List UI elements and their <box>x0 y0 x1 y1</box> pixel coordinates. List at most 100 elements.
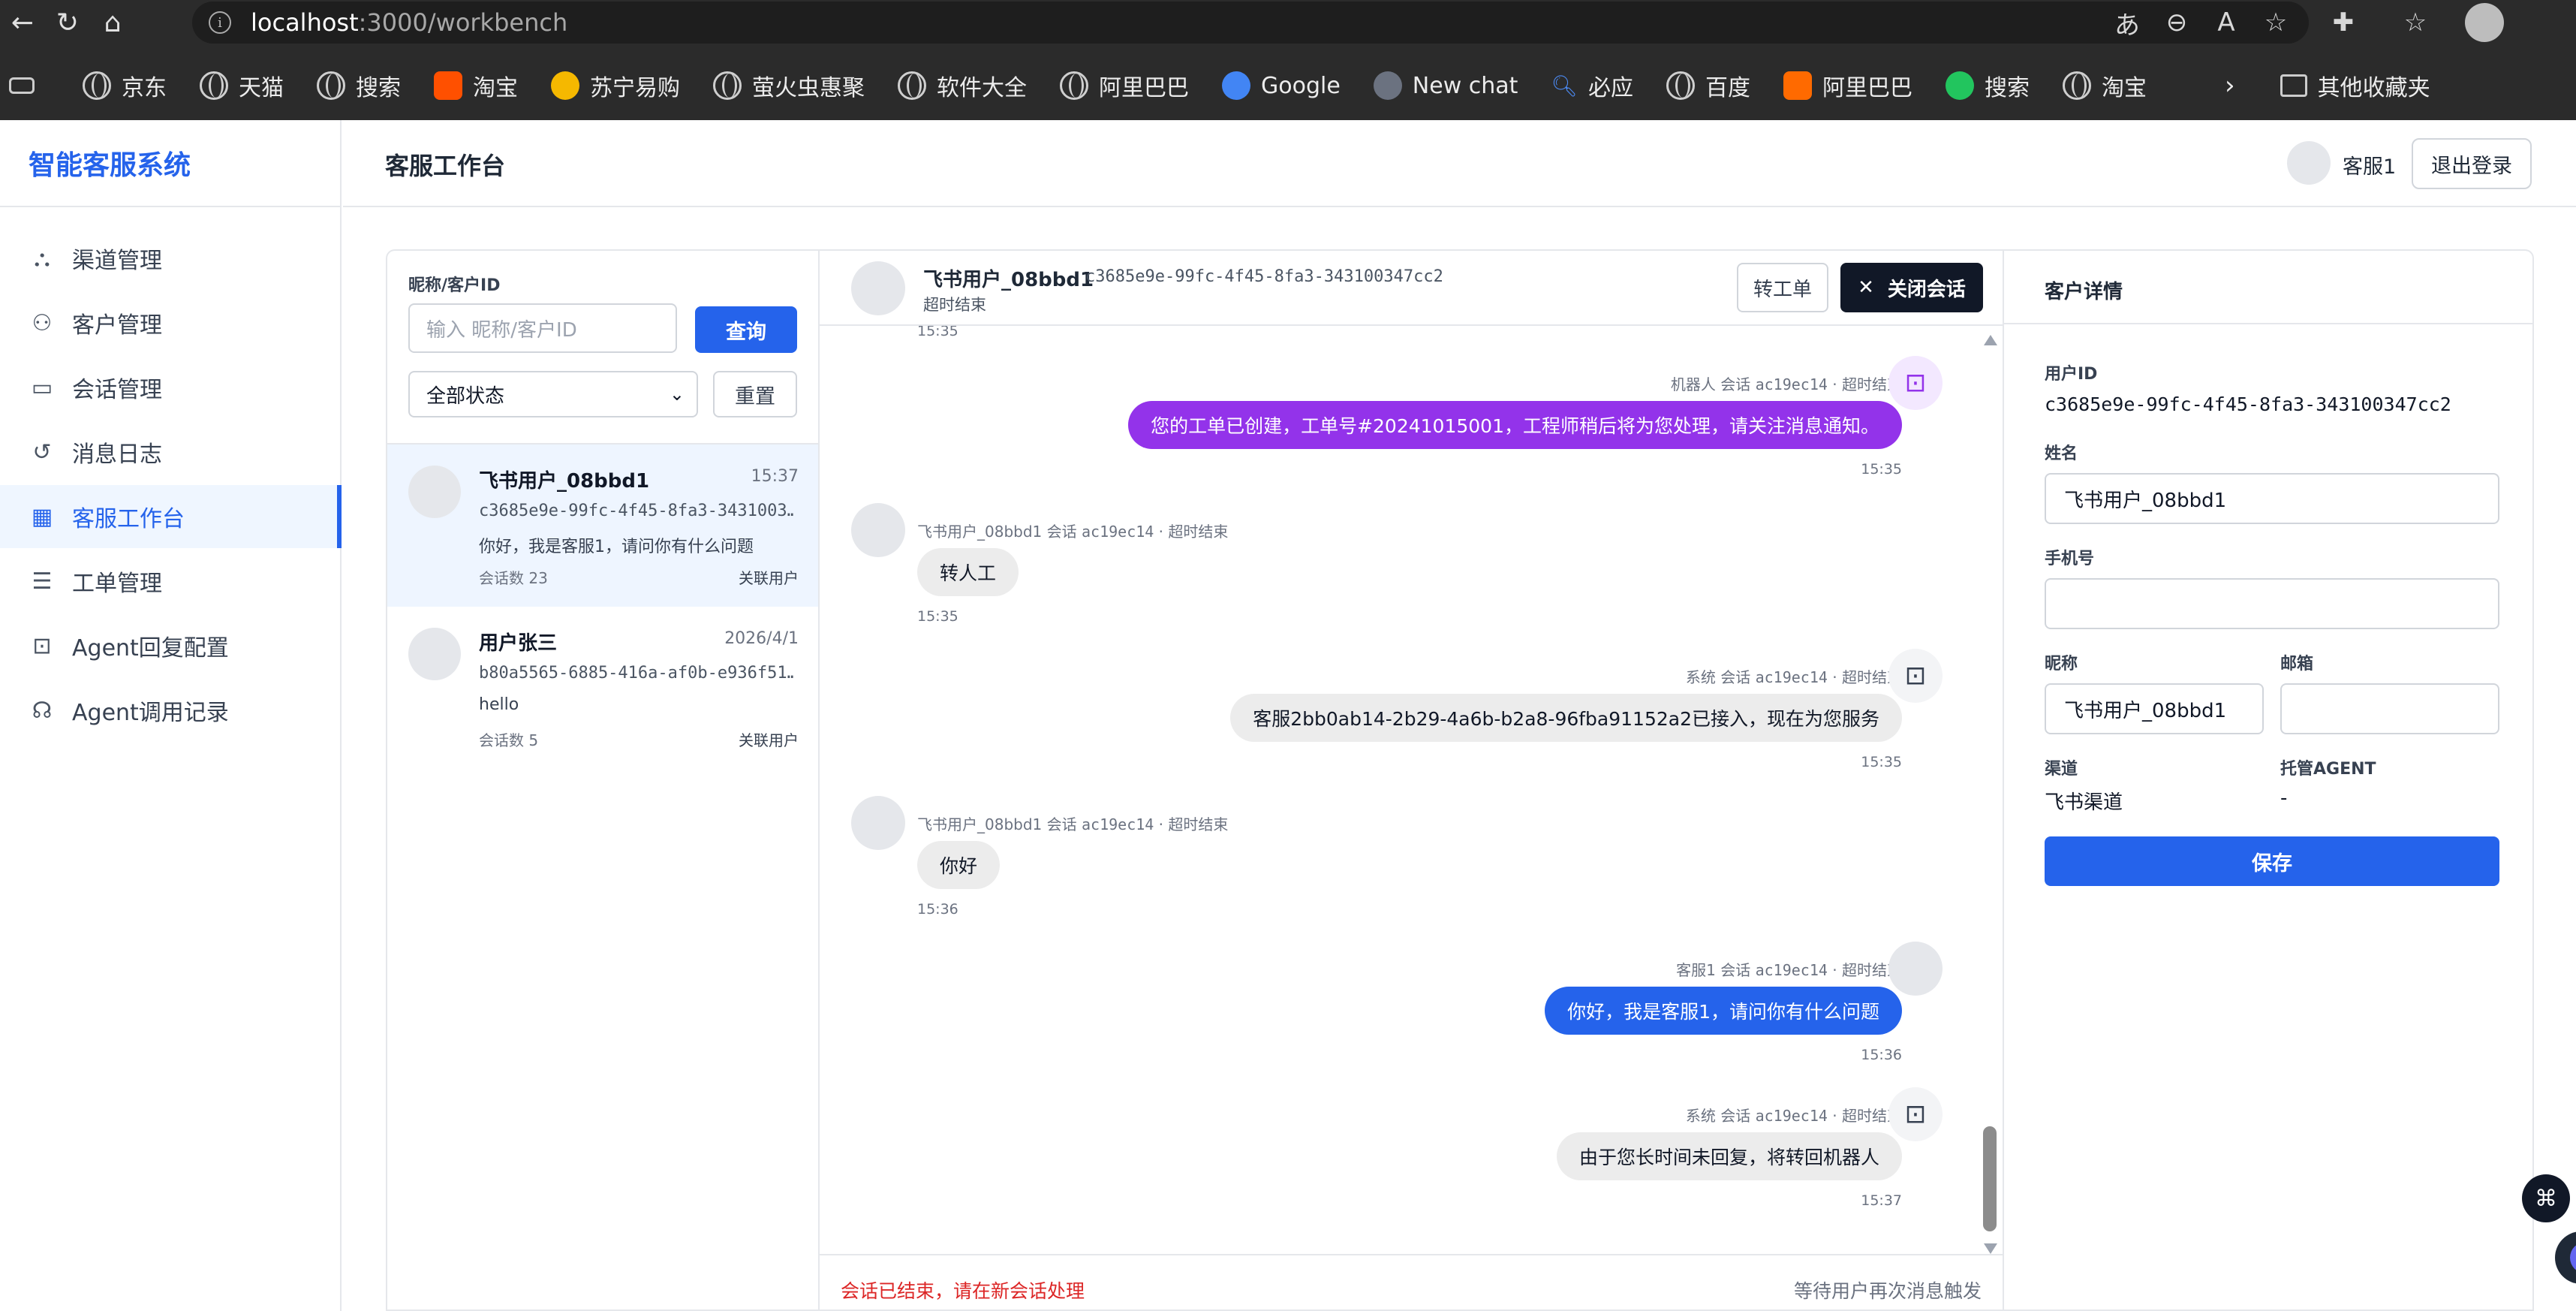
session-count: 会话数 5 <box>479 731 539 749</box>
floating-shortcut-icon[interactable]: ⌘ <box>2522 1174 2570 1222</box>
scroll-down-icon[interactable] <box>1984 1243 1997 1254</box>
site-info-icon[interactable]: i <box>209 11 231 34</box>
bookmark-tmall[interactable]: 天猫 <box>200 69 284 102</box>
favorites-icon[interactable]: ☆ <box>2396 3 2435 42</box>
nickname-field[interactable]: 飞书用户_08bbd1 <box>2045 683 2264 734</box>
sidebar-item-workbench[interactable]: ▦ 客服工作台 <box>0 485 342 548</box>
session-name: 用户张三 <box>479 632 558 655</box>
message-time: 15:35 <box>917 608 958 625</box>
query-button[interactable]: 查询 <box>695 306 797 353</box>
scrollbar[interactable] <box>1982 335 1998 1254</box>
extensions-icon[interactable]: ✚ <box>2324 3 2363 42</box>
bookmark-bing[interactable]: 🔍︎ 必应 <box>1551 69 1633 102</box>
user-id-label: 用户ID <box>2045 365 2098 384</box>
home-icon[interactable]: ⌂ <box>90 0 135 45</box>
status-select[interactable]: 全部状态 ⌄ <box>408 371 698 417</box>
bookmark-search-2[interactable]: 搜索 <box>1945 69 2030 102</box>
users-icon: ⚇ <box>32 309 53 336</box>
bookmark-taobao[interactable]: 淘宝 <box>434 69 518 102</box>
email-field[interactable] <box>2280 683 2499 734</box>
headset-icon: ☊ <box>32 697 53 724</box>
bookmark-yinghuochong[interactable]: 萤火虫惠聚 <box>713 69 865 102</box>
globe-icon <box>713 71 742 100</box>
message-time: 15:35 <box>1861 754 1902 770</box>
bookmark-google[interactable]: Google <box>1222 71 1341 100</box>
channels-icon: ⛬ <box>34 245 50 272</box>
robot-icon: ⊡ <box>1888 1087 1943 1141</box>
transfer-ticket-button[interactable]: 转工单 <box>1737 263 1828 312</box>
reset-button[interactable]: 重置 <box>713 371 797 417</box>
bookmark-alibaba[interactable]: 阿里巴巴 <box>1060 69 1189 102</box>
search-input[interactable]: 输入 昵称/客户ID <box>408 303 677 353</box>
message-meta: 系统 会话 ac19ec14 · 超时结束 <box>1685 1107 1902 1125</box>
detail-title: 客户详情 <box>2045 281 2123 303</box>
globe-icon <box>1666 71 1695 100</box>
session-time: 15:37 <box>751 467 799 486</box>
sidebar-item-channels[interactable]: ⛬ 渠道管理 <box>0 227 342 290</box>
bookmarks-bar: 京东 天猫 搜索 淘宝 苏宁易购 萤火虫惠聚 软件大全 阿里巴巴 Google … <box>0 62 2576 110</box>
floating-assistant-icon[interactable] <box>2555 1231 2576 1284</box>
link-user-button[interactable]: 关联用户 <box>739 728 799 750</box>
chat-status: 超时结束 <box>923 296 986 314</box>
session-item[interactable]: 用户张三 2026/4/1 b80a5565-6885-416a-af0b-e9… <box>387 607 818 770</box>
bookmark-software[interactable]: 软件大全 <box>898 69 1027 102</box>
assistant-icon <box>2570 1242 2576 1273</box>
sidebar-item-customers[interactable]: ⚇ 客户管理 <box>0 291 342 354</box>
bookmark-taobao-2[interactable]: 淘宝 <box>2062 69 2147 102</box>
read-aloud-icon[interactable]: A <box>2207 3 2246 42</box>
session-name: 飞书用户_08bbd1 <box>479 470 650 493</box>
address-bar[interactable]: i localhost:3000/workbench <box>192 2 2309 44</box>
bookmark-search[interactable]: 搜索 <box>317 69 401 102</box>
scroll-up-icon[interactable] <box>1984 335 1997 345</box>
save-button[interactable]: 保存 <box>2045 836 2499 886</box>
url-host: localhost <box>251 8 359 37</box>
user-id-value: c3685e9e-99fc-4f45-8fa3-343100347cc2 <box>2045 393 2451 415</box>
link-user-button[interactable]: 关联用户 <box>739 566 799 588</box>
sidebar: 智能客服系统 ⛬ 渠道管理 ⚇ 客户管理 ▭ 会话管理 ↺ 消息日志 ▦ 客服工作台 ☰ 工… <box>0 120 342 1311</box>
message-meta: 飞书用户_08bbd1 会话 ac19ec14 · 超时结束 <box>917 523 1229 541</box>
tab-actions-icon[interactable] <box>9 77 35 94</box>
sidebar-item-message-log[interactable]: ↺ 消息日志 <box>0 420 342 484</box>
page-title: 客服工作台 <box>385 152 506 180</box>
favorite-star-icon[interactable]: ☆ <box>2256 3 2295 42</box>
message-time: 15:36 <box>1861 1047 1902 1063</box>
avatar <box>851 796 905 850</box>
message-list[interactable]: 15:35 机器人 会话 ac19ec14 · 超时结束 ⊡ 您的工单已创建，工… <box>820 326 2003 1254</box>
customer-detail-panel: 客户详情 用户ID c3685e9e-99fc-4f45-8fa3-343100… <box>2004 249 2534 1311</box>
close-session-button[interactable]: ✕ 关闭会话 <box>1840 263 1983 312</box>
app: 智能客服系统 ⛬ 渠道管理 ⚇ 客户管理 ▭ 会话管理 ↺ 消息日志 ▦ 客服工作台 ☰ 工… <box>0 120 2576 1311</box>
suning-icon <box>551 71 579 100</box>
back-icon[interactable]: ← <box>0 0 45 45</box>
scrollbar-thumb[interactable] <box>1983 1126 1997 1231</box>
chat-footer: 会话已结束，请在新会话处理 等待用户再次消息触发 <box>820 1254 2003 1311</box>
chatgpt-icon <box>1373 71 1402 100</box>
nickname-label: 昵称 <box>2045 655 2078 674</box>
bookmark-new-chat[interactable]: New chat <box>1373 71 1518 100</box>
bookmark-suning[interactable]: 苏宁易购 <box>551 69 680 102</box>
logout-button[interactable]: 退出登录 <box>2412 138 2532 189</box>
sidebar-item-agent-calls[interactable]: ☊ Agent调用记录 <box>0 679 342 742</box>
session-item[interactable]: 飞书用户_08bbd1 15:37 c3685e9e-99fc-4f45-8fa… <box>387 443 818 607</box>
bookmark-alibaba-2[interactable]: 阿里巴巴 <box>1783 69 1912 102</box>
bookmark-jd[interactable]: 京东 <box>83 69 167 102</box>
name-field[interactable]: 飞书用户_08bbd1 <box>2045 473 2499 524</box>
translate-icon[interactable]: あ <box>2108 3 2147 42</box>
phone-field[interactable] <box>2045 578 2499 629</box>
phone-label: 手机号 <box>2045 550 2095 568</box>
message-meta: 客服1 会话 ac19ec14 · 超时结束 <box>1676 961 1902 979</box>
google-icon <box>1222 71 1250 100</box>
globe-icon <box>1060 71 1088 100</box>
robot-icon: ⊡ <box>1888 649 1943 703</box>
other-bookmarks[interactable]: 其他收藏夹 <box>2280 69 2430 102</box>
profile-avatar[interactable] <box>2465 3 2504 42</box>
zoom-icon[interactable]: ⊖ <box>2157 3 2196 42</box>
sidebar-item-sessions[interactable]: ▭ 会话管理 <box>0 356 342 419</box>
chevron-right-icon[interactable]: › <box>2225 71 2235 101</box>
sidebar-item-agent-reply[interactable]: ⊡ Agent回复配置 <box>0 614 342 677</box>
bookmark-baidu[interactable]: 百度 <box>1666 69 1750 102</box>
sidebar-item-tickets[interactable]: ☰ 工单管理 <box>0 550 342 613</box>
refresh-icon[interactable]: ↻ <box>45 0 90 45</box>
globe-icon <box>200 71 228 100</box>
channel-label: 渠道 <box>2045 760 2078 779</box>
message-bubble: 客服2bb0ab14-2b29-4a6b-b2a8-96fba91152a2已接… <box>1230 694 1902 742</box>
